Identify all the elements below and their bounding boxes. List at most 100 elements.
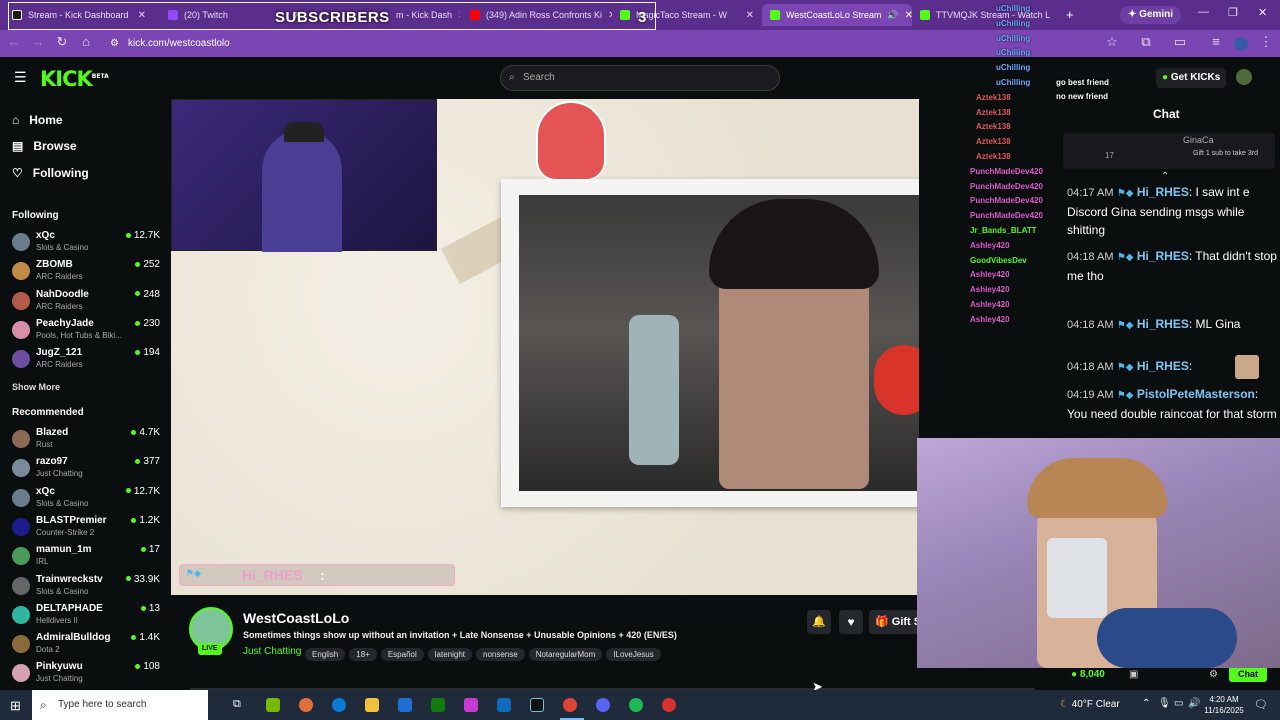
outlook-icon[interactable]: [497, 698, 511, 712]
viewer-count: 377: [135, 456, 160, 467]
chat-username[interactable]: PistolPeteMasterson: [1137, 387, 1255, 401]
copilot-icon[interactable]: [299, 698, 313, 712]
home-icon[interactable]: ⌂: [76, 34, 96, 49]
chat-username[interactable]: Hi_RHES: [1137, 317, 1189, 331]
nav-browse[interactable]: ▤ Browse: [12, 139, 77, 153]
forward-icon[interactable]: →: [28, 34, 48, 49]
video-player[interactable]: ⚑◆ Hi_RHES :: [171, 99, 919, 595]
pinned-gift-leaderboard: GinaCa 17 Gift 1 sub to take 3rd: [1063, 133, 1275, 169]
menu-dots-icon[interactable]: ⋮: [1256, 34, 1276, 50]
overlay-chat-username: Ashley420: [970, 300, 1010, 309]
sidebar-channel-item[interactable]: Trainwreckstv Slots & Casino 33.9K: [12, 574, 160, 600]
search-input[interactable]: ⌕ Search: [500, 65, 780, 91]
stream-tag[interactable]: Español: [380, 648, 424, 661]
overlay-chat-username: Aztek138: [976, 107, 1011, 117]
notification-bell-button[interactable]: 🔔: [807, 610, 831, 634]
chat-username[interactable]: Hi_RHES: [1137, 185, 1189, 199]
chat-username[interactable]: Hi_RHES: [1137, 249, 1189, 263]
close-tab-icon[interactable]: ✕: [746, 10, 754, 21]
sidebar-channel-item[interactable]: ZBOMB ARC Raiders 252: [12, 259, 160, 285]
profile-avatar[interactable]: [1234, 37, 1248, 51]
sidebar-channel-item[interactable]: mamun_1m IRL 17: [12, 544, 160, 570]
minimize-icon[interactable]: —: [1198, 6, 1209, 18]
store-icon[interactable]: [398, 698, 412, 712]
chat-username[interactable]: Hi_RHES: [1137, 359, 1189, 373]
chat-send-button[interactable]: Chat: [1229, 666, 1267, 682]
photos-icon[interactable]: [464, 698, 478, 712]
bookmark-star-icon[interactable]: ☆: [1102, 34, 1122, 50]
overlay-chat-username: Ashley420: [970, 270, 1010, 280]
kick-logo[interactable]: KICKBETA: [40, 67, 109, 91]
stream-tag[interactable]: nonsense: [476, 648, 525, 661]
sidebar-channel-item[interactable]: Blazed Rust 4.7K: [12, 427, 160, 453]
network-icon[interactable]: ▭: [1174, 698, 1183, 709]
clock[interactable]: 4:20 AM 11/16/2025: [1204, 694, 1244, 716]
sidebar-channel-item[interactable]: PeachyJade Pools, Hot Tubs & Biki... 230: [12, 318, 160, 344]
channel-avatar: [12, 605, 30, 624]
weather-widget[interactable]: ☾ 40°F Clear: [1060, 699, 1120, 710]
maximize-icon[interactable]: ❐: [1228, 6, 1238, 19]
nvidia-icon[interactable]: [266, 698, 280, 712]
overlay-chat-username: uChilling: [996, 78, 1031, 87]
stream-tag[interactable]: NotaregularMom: [528, 648, 603, 661]
chat-settings-icon[interactable]: ⚙: [1209, 669, 1218, 680]
obs-icon[interactable]: [662, 698, 676, 712]
site-info-icon[interactable]: ⚙: [110, 33, 119, 54]
tiktok-icon[interactable]: [530, 698, 544, 712]
extensions-icon[interactable]: ⧉: [1136, 34, 1156, 50]
stream-tag[interactable]: 18+: [349, 648, 377, 661]
tab-westcoastlolo[interactable]: WestCoastLoLo Stream 🔊 ✕: [762, 4, 912, 26]
follow-heart-button[interactable]: ♥: [839, 610, 863, 634]
discord-icon[interactable]: [596, 698, 610, 712]
windows-start-icon[interactable]: ⊞: [10, 698, 21, 714]
sidepanel-icon[interactable]: ▭: [1170, 34, 1190, 50]
stream-category[interactable]: Just Chatting: [243, 646, 301, 657]
stream-tag[interactable]: ILoveJesus: [606, 648, 661, 661]
sidebar-channel-item[interactable]: BLASTPremier Counter-Strike 2 1.2K: [12, 515, 160, 541]
channel-avatar: [12, 262, 30, 281]
sidebar-channel-item[interactable]: AdmiralBulldog Dota 2 1.4K: [12, 632, 160, 658]
stream-tag[interactable]: latenight: [427, 648, 472, 661]
back-icon[interactable]: ←: [4, 34, 24, 49]
gemini-button[interactable]: ✦ Gemini: [1120, 6, 1182, 24]
channel-name: AdmiralBulldog: [36, 632, 111, 644]
tray-chevron-icon[interactable]: ⌃: [1142, 698, 1150, 709]
channel-name[interactable]: WestCoastLoLo: [243, 610, 349, 626]
volume-icon[interactable]: 🔊: [1188, 698, 1200, 709]
task-view-icon[interactable]: ⧉: [233, 698, 247, 712]
streamer-hair: [709, 199, 879, 289]
xbox-icon[interactable]: [431, 698, 445, 712]
microphone-icon[interactable]: 🎙: [1158, 698, 1171, 709]
media-icon[interactable]: ≡: [1206, 34, 1226, 49]
edge-icon[interactable]: [332, 698, 346, 712]
notifications-icon[interactable]: 🗨: [1254, 698, 1268, 711]
channel-avatar: [12, 291, 30, 310]
close-tab-icon[interactable]: ✕: [905, 10, 912, 21]
nav-following[interactable]: ♡ Following: [12, 166, 89, 180]
sidebar-channel-item[interactable]: JugZ_121 ARC Raiders 194: [12, 347, 160, 373]
nav-home[interactable]: ⌂ Home: [12, 113, 63, 127]
sidebar-channel-item[interactable]: Pinkyuwu Just Chatting 108: [12, 661, 160, 687]
collapse-pinned-icon[interactable]: ⌃: [1161, 171, 1169, 182]
chrome-icon[interactable]: [563, 698, 577, 712]
stream-tag[interactable]: English: [305, 648, 346, 661]
show-more-link[interactable]: Show More: [12, 382, 60, 392]
close-window-icon[interactable]: ✕: [1258, 6, 1267, 19]
sidebar-channel-item[interactable]: xQc Slots & Casino 12.7K: [12, 230, 160, 256]
channel-avatar: [12, 576, 30, 595]
hamburger-menu-icon[interactable]: ☰: [14, 69, 27, 86]
file-explorer-icon[interactable]: [365, 698, 379, 712]
new-tab-icon[interactable]: +: [1066, 7, 1074, 22]
reload-icon[interactable]: ↻: [52, 34, 72, 50]
sidebar-channel-item[interactable]: DELTAPHADE Helldivers II 13: [12, 603, 160, 629]
gift-subs-button[interactable]: 🎁 Gift S: [869, 610, 919, 634]
sidebar-channel-item[interactable]: NahDoodle ARC Raiders 248: [12, 289, 160, 315]
url-field[interactable]: ⚙ kick.com/westcoastlolo: [104, 33, 1104, 54]
kicks-balance[interactable]: ● 8,040: [1071, 669, 1105, 680]
viewer-count: 252: [135, 259, 160, 270]
spotify-icon[interactable]: [629, 698, 643, 712]
sidebar-channel-item[interactable]: xQc Slots & Casino 12.7K: [12, 486, 160, 512]
taskbar-search-input[interactable]: ⌕ Type here to search: [32, 690, 208, 720]
sidebar-channel-item[interactable]: razo97 Just Chatting 377: [12, 456, 160, 482]
gift-box-icon[interactable]: ▣: [1129, 669, 1138, 680]
